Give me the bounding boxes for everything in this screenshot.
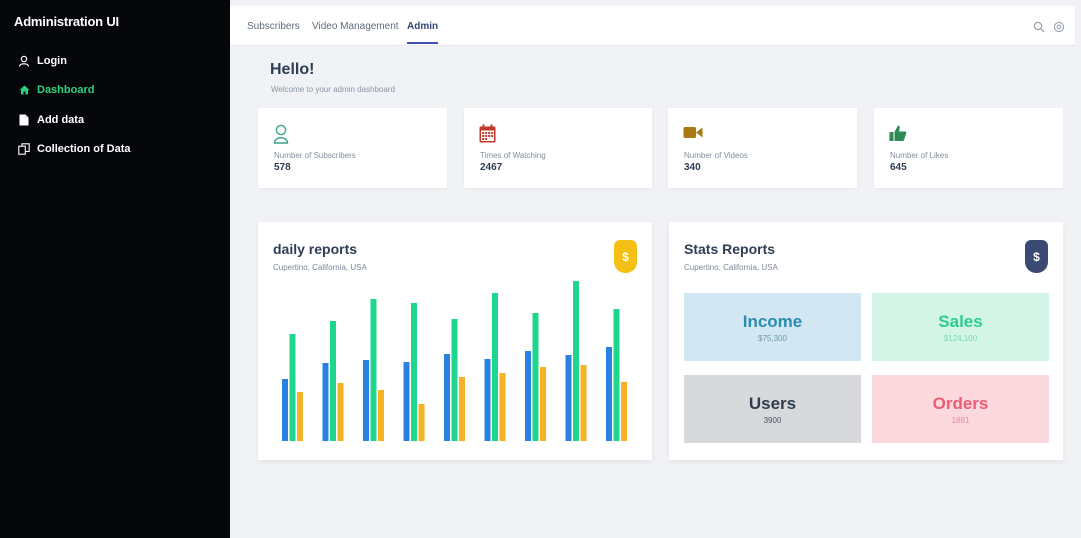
orders-tile[interactable]: Orders 1881 (872, 375, 1049, 443)
bar-1-2 (322, 363, 329, 441)
copy-icon (16, 143, 32, 156)
sales-tile[interactable]: Sales $124,100 (872, 293, 1049, 361)
settings-icon[interactable] (1053, 20, 1065, 33)
user-icon (273, 124, 289, 144)
bar-3-1 (297, 392, 303, 441)
stat-card-watching: Times of Watching 2467 (464, 108, 652, 188)
daily-reports-chart (282, 281, 627, 441)
bar-1-6 (484, 359, 491, 441)
sidebar: Administration UI Login Dashboard Add da… (0, 0, 230, 538)
panel-subtitle: Cupertino, California, USA (684, 263, 778, 272)
bar-3-8 (580, 365, 587, 441)
bar-2-9 (613, 309, 620, 441)
sidebar-item-login[interactable]: Login (0, 46, 230, 76)
bar-1-4 (403, 362, 410, 441)
stat-card-likes: Number of Likes 645 (874, 108, 1063, 188)
stat-value: 340 (684, 162, 701, 173)
stat-label: Number of Videos (684, 151, 748, 160)
file-icon (16, 114, 32, 126)
bar-3-5 (459, 377, 465, 441)
stat-label: Number of Subscribers (274, 151, 356, 160)
stat-value: 2467 (480, 162, 503, 173)
bar-1-9 (606, 347, 612, 441)
app-title: Administration UI (14, 14, 119, 29)
page-subtitle: Welcome to your admin dashboard (271, 85, 395, 94)
sidebar-item-label: Collection of Data (37, 143, 131, 156)
sidebar-item-label: Add data (37, 113, 85, 126)
bar-1-1 (282, 379, 288, 441)
tile-value: $75,300 (758, 334, 787, 343)
bar-2-8 (573, 281, 579, 441)
tile-value: $124,100 (943, 334, 978, 343)
stat-value: 645 (890, 162, 907, 173)
tile-title: Sales (938, 312, 983, 331)
home-icon (16, 85, 32, 95)
bar-2-1 (289, 334, 296, 441)
panel-title: Stats Reports (684, 241, 776, 257)
stat-card-subscribers: Number of Subscribers 578 (258, 108, 447, 188)
stat-value: 578 (274, 162, 291, 173)
thumbs-up-icon (889, 124, 907, 144)
tab-subscribers[interactable]: Subscribers (247, 6, 300, 44)
bar-3-6 (499, 373, 506, 441)
calendar-icon (479, 124, 496, 144)
stats-reports-panel: Stats Reports Cupertino, California, USA… (669, 222, 1063, 460)
bar-1-5 (444, 354, 450, 441)
bar-2-3 (370, 299, 377, 441)
stat-label: Times of Watching (480, 151, 546, 160)
tile-value: 1881 (951, 416, 970, 425)
tile-title: Income (742, 312, 803, 331)
stat-label: Number of Likes (890, 151, 949, 160)
sidebar-item-label: Login (37, 54, 67, 67)
page-title: Hello! (270, 61, 315, 78)
bar-2-5 (451, 319, 458, 441)
sidebar-item-label: Dashboard (37, 84, 95, 97)
bar-3-4 (418, 404, 425, 441)
bar-1-8 (565, 355, 572, 441)
bar-3-7 (540, 367, 546, 441)
search-icon[interactable] (1033, 20, 1045, 33)
bar-3-3 (378, 390, 384, 441)
users-tile[interactable]: Users 3900 (684, 375, 861, 443)
bar-2-4 (411, 303, 417, 441)
tab-video-management[interactable]: Video Management (312, 6, 399, 44)
bar-2-2 (330, 321, 336, 441)
tile-value: 3900 (763, 416, 782, 425)
dollar-icon: $ (1025, 240, 1048, 273)
topbar: Subscribers Video Management Admin (230, 6, 1075, 46)
bar-2-6 (492, 293, 498, 441)
sidebar-item-collection[interactable]: Collection of Data (0, 135, 230, 165)
video-icon (683, 124, 703, 144)
tile-title: Users (748, 394, 797, 413)
sidebar-item-add-data[interactable]: Add data (0, 105, 230, 135)
tile-title: Orders (932, 394, 989, 413)
daily-reports-panel: daily reports Cupertino, California, USA… (258, 222, 652, 460)
stat-card-videos: Number of Videos 340 (668, 108, 857, 188)
user-icon (16, 55, 32, 67)
sidebar-item-dashboard[interactable]: Dashboard (0, 76, 230, 106)
bar-2-7 (532, 313, 539, 441)
bar-3-9 (621, 382, 627, 441)
bar-3-2 (337, 383, 344, 441)
income-tile[interactable]: Income $75,300 (684, 293, 861, 361)
bar-1-7 (525, 351, 531, 441)
bar-1-3 (363, 360, 369, 441)
tab-admin[interactable]: Admin (407, 6, 439, 44)
